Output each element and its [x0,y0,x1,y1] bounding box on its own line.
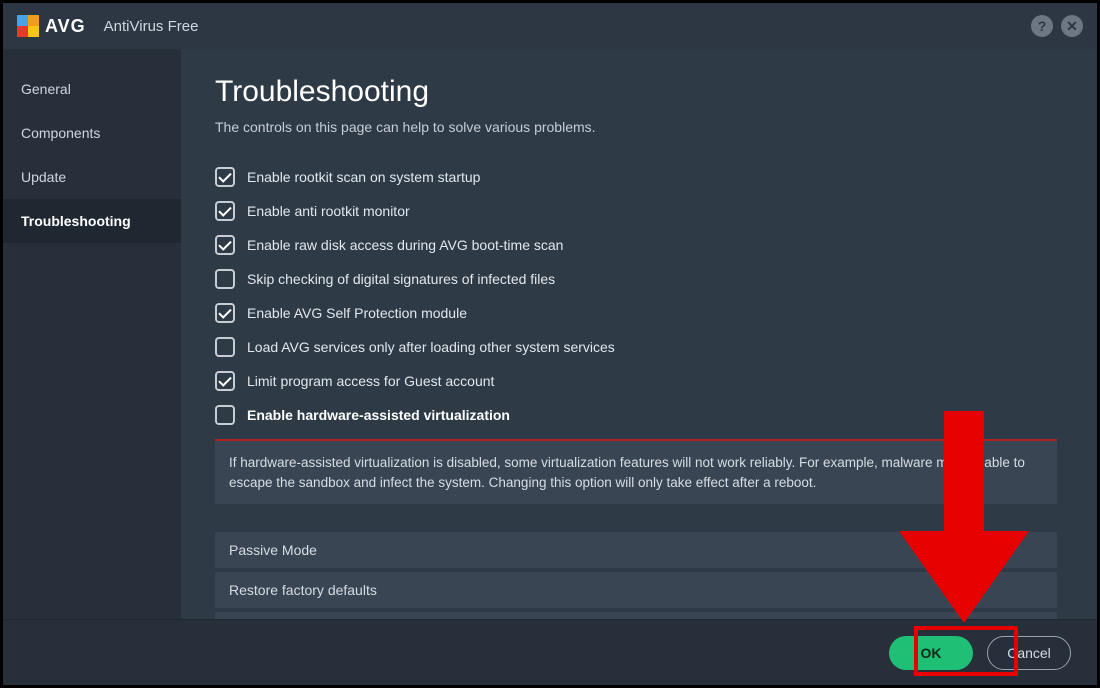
checkbox-row: Limit program access for Guest account [215,371,1057,391]
checkbox-raw-disk-access[interactable] [215,235,235,255]
checkbox-label: Enable AVG Self Protection module [247,305,467,321]
sidebar-item-components[interactable]: Components [3,111,181,155]
checkbox-label: Enable rootkit scan on system startup [247,169,480,185]
checkbox-delay-services[interactable] [215,337,235,357]
checkbox-row: Load AVG services only after loading oth… [215,337,1057,357]
checkbox-label: Enable raw disk access during AVG boot-t… [247,237,563,253]
sidebar-item-label: Troubleshooting [21,213,131,229]
checkbox-row: Enable raw disk access during AVG boot-t… [215,235,1057,255]
body-area: General Components Update Troubleshootin… [3,49,1097,619]
ok-button[interactable]: OK [889,636,973,670]
pane-label: Restore factory defaults [229,582,377,598]
checkbox-hw-virtualization[interactable] [215,405,235,425]
avg-logo-icon [17,15,39,37]
checkbox-row: Skip checking of digital signatures of i… [215,269,1057,289]
checkbox-row: Enable rootkit scan on system startup [215,167,1057,187]
pane-redirect-settings[interactable]: Redirect Settings [215,612,1057,619]
checkbox-label: Skip checking of digital signatures of i… [247,271,555,287]
sidebar-item-label: Components [21,125,100,141]
cancel-button[interactable]: Cancel [987,636,1071,670]
footer: OK Cancel [3,619,1097,685]
ok-button-label: OK [921,645,942,661]
checkbox-row: Enable hardware-assisted virtualization [215,405,1057,425]
cancel-button-label: Cancel [1007,645,1051,661]
pane-restore-defaults[interactable]: Restore factory defaults [215,572,1057,608]
close-button[interactable]: ✕ [1061,15,1083,37]
brand-text: AVG [45,16,86,37]
settings-window: AVG AntiVirus Free ? ✕ General Component… [3,3,1097,685]
app-logo: AVG [17,15,86,37]
checkbox-rootkit-startup[interactable] [215,167,235,187]
checkbox-label: Enable anti rootkit monitor [247,203,410,219]
main-panel: Troubleshooting The controls on this pag… [181,49,1097,619]
page-subtitle: The controls on this page can help to so… [215,119,1057,135]
sidebar-item-label: General [21,81,71,97]
page-title: Troubleshooting [215,75,1057,109]
virtualization-note: If hardware-assisted virtualization is d… [215,441,1057,504]
close-icon: ✕ [1066,18,1078,35]
checkbox-limit-guest-access[interactable] [215,371,235,391]
checkbox-row: Enable AVG Self Protection module [215,303,1057,323]
checkbox-anti-rootkit-monitor[interactable] [215,201,235,221]
checkbox-self-protection[interactable] [215,303,235,323]
pane-label: Passive Mode [229,542,317,558]
sidebar-item-label: Update [21,169,66,185]
checkbox-row: Enable anti rootkit monitor [215,201,1057,221]
sidebar-item-general[interactable]: General [3,67,181,111]
help-button[interactable]: ? [1031,15,1053,37]
checkbox-label: Limit program access for Guest account [247,373,494,389]
app-title: AntiVirus Free [104,18,199,35]
pane-passive-mode[interactable]: Passive Mode [215,532,1057,568]
checkbox-label: Enable hardware-assisted virtualization [247,407,510,423]
checkbox-skip-signature-check[interactable] [215,269,235,289]
advanced-sections: Passive Mode Restore factory defaults Re… [215,532,1057,619]
checkbox-label: Load AVG services only after loading oth… [247,339,615,355]
sidebar-item-troubleshooting[interactable]: Troubleshooting [3,199,181,243]
help-icon: ? [1038,18,1047,34]
sidebar: General Components Update Troubleshootin… [3,49,181,619]
sidebar-item-update[interactable]: Update [3,155,181,199]
titlebar: AVG AntiVirus Free ? ✕ [3,3,1097,49]
